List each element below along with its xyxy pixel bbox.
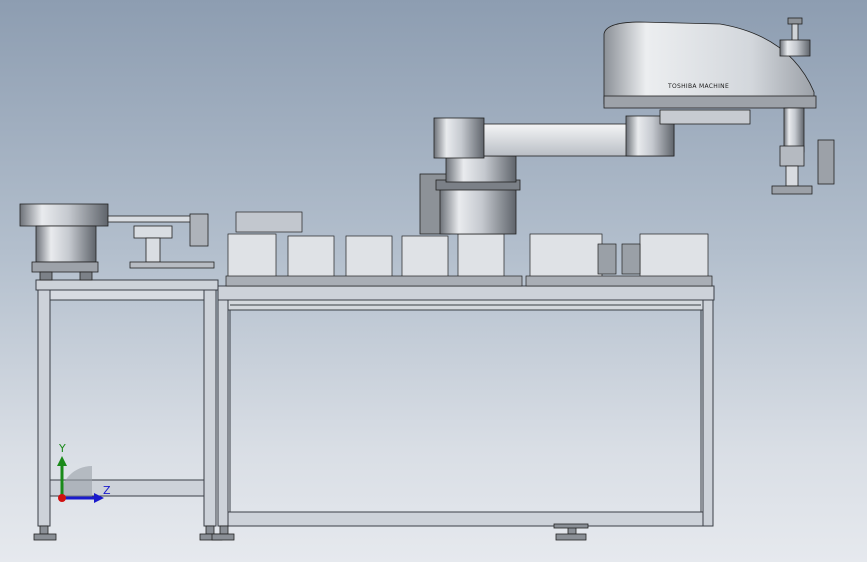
robot-brand-label: TOSHIBA MACHINE xyxy=(668,83,730,90)
linear-feeder xyxy=(107,213,215,269)
scara-first-arm xyxy=(433,115,675,159)
scara-robot-base xyxy=(419,155,521,235)
vibratory-bowl-feeder xyxy=(19,203,109,281)
machine-model[interactable] xyxy=(0,0,867,562)
left-leveling-feet xyxy=(33,525,223,541)
end-effector-gripper xyxy=(771,139,835,195)
cad-viewport[interactable]: TOSHIBA MACHINE Y Z xyxy=(0,0,867,562)
axis-y-label: Y xyxy=(59,442,66,455)
axis-z-label: Z xyxy=(103,484,111,497)
main-frame xyxy=(217,285,715,527)
station-row-right xyxy=(525,233,713,287)
